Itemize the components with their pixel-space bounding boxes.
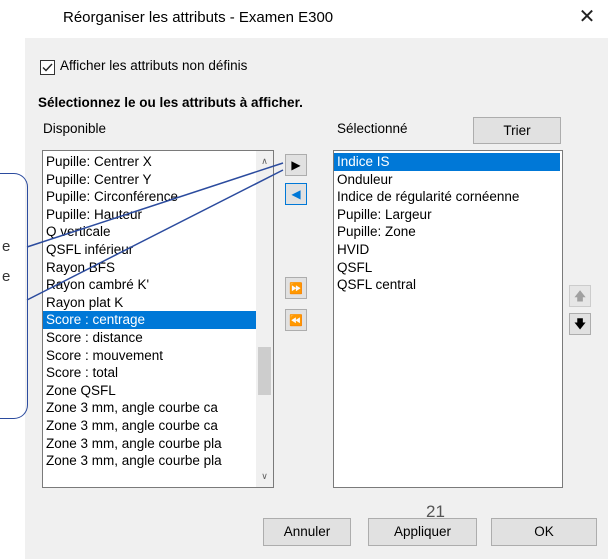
- arrow-right-icon: ▶: [291, 158, 301, 172]
- instruction-text: Sélectionnez le ou les attributs à affic…: [38, 95, 303, 110]
- move-down-button[interactable]: 🡇: [569, 313, 591, 335]
- list-item[interactable]: Pupille: Centrer X: [43, 153, 256, 171]
- list-item[interactable]: Zone 3 mm, angle courbe pla: [43, 452, 256, 470]
- list-item[interactable]: QSFL: [334, 259, 560, 277]
- title-bar: Réorganiser les attributs - Examen E300 …: [0, 0, 608, 38]
- list-item[interactable]: Score : total: [43, 364, 256, 382]
- list-item[interactable]: Zone 3 mm, angle courbe ca: [43, 417, 256, 435]
- list-item[interactable]: Pupille: Circonférence: [43, 188, 256, 206]
- list-item[interactable]: QSFL inférieur: [43, 241, 256, 259]
- list-item[interactable]: Q verticale: [43, 223, 256, 241]
- list-item[interactable]: Rayon BFS: [43, 259, 256, 277]
- double-arrow-right-icon: ⏩: [289, 283, 303, 295]
- selected-header: Sélectionné: [337, 121, 408, 136]
- available-scrollbar[interactable]: ∧ ∨: [256, 151, 273, 487]
- selected-listbox[interactable]: Indice IS Onduleur Indice de régularité co…: [333, 150, 563, 488]
- list-item[interactable]: Score : centrage: [43, 311, 256, 329]
- list-item[interactable]: Score : distance: [43, 329, 256, 347]
- list-item[interactable]: Pupille: Hauteur: [43, 206, 256, 224]
- cancel-button[interactable]: Annuler: [263, 518, 351, 546]
- arrow-left-icon: ◀: [291, 187, 301, 201]
- callout-text-fragment: e: [2, 268, 11, 285]
- window-title: Réorganiser les attributs - Examen E300: [63, 9, 334, 26]
- list-item[interactable]: Onduleur: [334, 171, 560, 189]
- move-all-right-button[interactable]: ⏩: [285, 277, 307, 299]
- move-all-left-button[interactable]: ⏪: [285, 309, 307, 331]
- list-item[interactable]: HVID: [334, 241, 560, 259]
- apply-button[interactable]: Appliquer: [368, 518, 477, 546]
- double-arrow-left-icon: ⏪: [289, 315, 303, 327]
- list-item[interactable]: Zone QSFL: [43, 382, 256, 400]
- arrow-up-icon: 🡅: [573, 289, 587, 303]
- list-item[interactable]: Indice de régularité cornéenne: [334, 188, 560, 206]
- available-header: Disponible: [43, 121, 107, 136]
- close-icon[interactable]: ✕: [572, 3, 602, 31]
- list-item[interactable]: Pupille: Zone: [334, 223, 560, 241]
- show-undefined-checkbox[interactable]: [40, 60, 55, 75]
- list-item[interactable]: Indice IS: [334, 153, 560, 171]
- list-item[interactable]: Score : mouvement: [43, 347, 256, 365]
- page-number: 21: [426, 502, 445, 521]
- move-up-button[interactable]: 🡅: [569, 285, 591, 307]
- list-item[interactable]: QSFL central: [334, 276, 560, 294]
- checkmark-icon: [42, 63, 53, 72]
- show-undefined-label[interactable]: Afficher les attributs non définis: [60, 58, 247, 73]
- arrow-down-icon: 🡇: [573, 317, 587, 331]
- list-item[interactable]: Pupille: Centrer Y: [43, 171, 256, 189]
- list-item[interactable]: Zone 3 mm, angle courbe ca: [43, 399, 256, 417]
- scroll-down-icon[interactable]: ∨: [256, 468, 273, 485]
- callout-text-fragment: e: [2, 238, 11, 255]
- annotation-callout: [0, 173, 28, 419]
- scroll-thumb[interactable]: [258, 347, 271, 395]
- list-item[interactable]: Rayon plat K: [43, 294, 256, 312]
- ok-button[interactable]: OK: [491, 518, 597, 546]
- list-item[interactable]: Rayon cambré K': [43, 276, 256, 294]
- move-left-button[interactable]: ◀: [285, 183, 307, 205]
- scroll-up-icon[interactable]: ∧: [256, 153, 273, 170]
- sort-button[interactable]: Trier: [473, 117, 561, 144]
- available-listbox[interactable]: Pupille: Centrer X Pupille: Centrer Y Pupi…: [42, 150, 274, 488]
- move-right-button[interactable]: ▶: [285, 154, 307, 176]
- list-item[interactable]: Zone 3 mm, angle courbe pla: [43, 435, 256, 453]
- list-item[interactable]: Pupille: Largeur: [334, 206, 560, 224]
